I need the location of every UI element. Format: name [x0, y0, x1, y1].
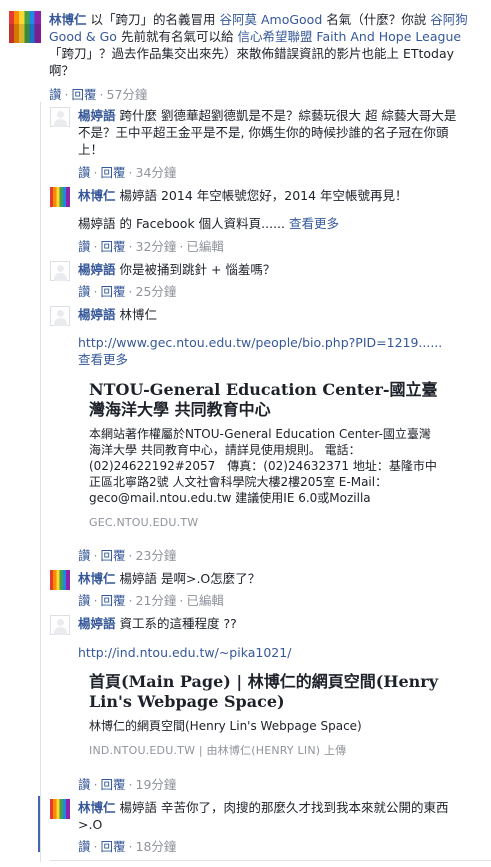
preview-domain: IND.NTOU.EDU.TW | 由林博仁(HENRY LIN) 上傳	[89, 744, 347, 757]
url-link[interactable]: http://www.gec.ntou.edu.tw/people/bio.ph…	[78, 335, 442, 350]
timestamp[interactable]: 25分鐘	[136, 284, 177, 299]
like-button[interactable]: 讚	[78, 239, 91, 254]
preview-domain: GEC.NTOU.EDU.TW	[89, 516, 199, 529]
comment-body: 林博仁 以「跨刀」的名義冒用 谷阿莫 AmoGood 名氣（什麼？你說 谷阿狗 …	[49, 11, 469, 79]
avatar[interactable]	[50, 306, 70, 326]
reply-button[interactable]: 回覆	[101, 284, 126, 299]
author-name[interactable]: 楊婷語	[78, 262, 116, 277]
avatar[interactable]	[50, 107, 70, 127]
comment-text: 名氣（什麼？你說	[326, 12, 427, 27]
comment-body: 楊婷語 資工系的這種程度 ??	[78, 615, 468, 632]
author-name[interactable]: 楊婷語	[78, 307, 116, 322]
comment-text: 楊婷語 辛苦你了，肉搜的那麼久才找到我本來就公開的東西 >.O	[78, 800, 449, 832]
like-button[interactable]: 讚	[49, 87, 62, 102]
comment-text: 你是被捅到跳針 + 惱羞嗎？	[119, 262, 276, 277]
comment-text: 楊婷語 是啊>.O怎麼了？	[119, 571, 261, 586]
timestamp[interactable]: 32分鐘	[136, 239, 177, 254]
edited-label[interactable]: 已編輯	[186, 239, 224, 254]
comment-actions: 讚 · 回覆 · 57分鐘	[49, 87, 148, 102]
link-preview[interactable]: 首頁(Main Page) | 林博仁的網頁空間(Henry Lin's Web…	[89, 672, 439, 758]
reply-button[interactable]: 回覆	[101, 239, 126, 254]
comment-url: http://www.gec.ntou.edu.tw/people/bio.ph…	[78, 334, 468, 368]
avatar[interactable]	[50, 799, 70, 819]
url-link[interactable]: http://ind.ntou.edu.tw/~pika1021/	[78, 645, 291, 660]
preview-title[interactable]: NTOU-General Education Center-國立臺灣海洋大學 共…	[89, 380, 439, 420]
comment-text: 資工系的這種程度 ??	[119, 616, 237, 631]
avatar[interactable]	[50, 187, 70, 207]
timestamp[interactable]: 34分鐘	[136, 165, 177, 180]
like-button[interactable]: 讚	[78, 548, 91, 563]
comment-actions: 讚 · 回覆 · 34分鐘	[78, 165, 177, 180]
comment-text: 以「跨刀」的名義冒用	[90, 12, 216, 27]
comment-actions: 讚 · 回覆 · 19分鐘	[78, 777, 177, 792]
highlight-bar	[38, 796, 40, 852]
thread-line	[40, 102, 41, 862]
timestamp[interactable]: 18分鐘	[136, 839, 177, 854]
reply-button[interactable]: 回覆	[101, 593, 126, 608]
reply-button[interactable]: 回覆	[101, 548, 126, 563]
comment-body: 林博仁 楊婷語 辛苦你了，肉搜的那麼久才找到我本來就公開的東西 >.O	[78, 799, 458, 833]
timestamp[interactable]: 19分鐘	[136, 777, 177, 792]
author-name[interactable]: 林博仁	[78, 188, 116, 203]
comment-body: 林博仁 楊婷語 2014 年空帳號您好，2014 年空帳號再見！	[78, 187, 468, 204]
author-name[interactable]: 林博仁	[78, 800, 116, 815]
timestamp[interactable]: 23分鐘	[136, 548, 177, 563]
comment-body: 林博仁 楊婷語 是啊>.O怎麼了？	[78, 570, 468, 587]
author-name[interactable]: 林博仁	[78, 571, 116, 586]
comment-body: 楊婷語 跨什麼 劉德華超劉德凱是不是？綜藝玩很大 超 綜藝大哥大是不是？王中平超…	[78, 107, 458, 158]
comment-body: 楊婷語 你是被捅到跳針 + 惱羞嗎？	[78, 261, 468, 278]
comment-text: 楊婷語 2014 年空帳號您好，2014 年空帳號再見！	[119, 188, 408, 203]
comment-actions: 讚 · 回覆 · 32分鐘 · 已編輯	[78, 239, 224, 254]
author-name[interactable]: 林博仁	[49, 12, 87, 27]
comment-actions: 讚 · 回覆 · 18分鐘	[78, 839, 177, 854]
reply-button[interactable]: 回覆	[101, 839, 126, 854]
comment-text: 跨什麼 劉德華超劉德凱是不是？綜藝玩很大 超 綜藝大哥大是不是？王中平超王金平是…	[78, 108, 457, 157]
mention-link[interactable]: 信心希望聯盟 Faith And Hope League	[237, 29, 461, 44]
like-button[interactable]: 讚	[78, 165, 91, 180]
reply-button[interactable]: 回覆	[101, 777, 126, 792]
like-button[interactable]: 讚	[78, 839, 91, 854]
reply-button[interactable]: 回覆	[101, 165, 126, 180]
comment-text: 先前就有名氣可以給	[120, 29, 234, 44]
preview-description: 林博仁的網頁空間(Henry Lin's Webpage Space)	[89, 719, 362, 733]
author-name[interactable]: 楊婷語	[78, 108, 116, 123]
link-preview[interactable]: NTOU-General Education Center-國立臺灣海洋大學 共…	[89, 380, 439, 529]
timestamp[interactable]: 21分鐘	[136, 593, 177, 608]
author-name[interactable]: 楊婷語	[78, 616, 116, 631]
timestamp[interactable]: 57分鐘	[107, 87, 148, 102]
comment-actions: 讚 · 回覆 · 25分鐘	[78, 284, 177, 299]
reply-button[interactable]: 回覆	[72, 87, 97, 102]
preview-description: 本網站著作權屬於NTOU-General Education Center-國立…	[89, 427, 437, 505]
comment-url: http://ind.ntou.edu.tw/~pika1021/	[78, 644, 468, 661]
avatar[interactable]	[50, 570, 70, 590]
mention-link[interactable]: 谷阿莫 AmoGood	[220, 12, 323, 27]
comment-text-2: 楊婷語 的 Facebook 個人資料頁...... 查看更多	[78, 215, 468, 232]
see-more-link[interactable]: 查看更多	[289, 216, 339, 231]
preview-title[interactable]: 首頁(Main Page) | 林博仁的網頁空間(Henry Lin's Web…	[89, 672, 439, 712]
comment-actions: 讚 · 回覆 · 21分鐘 · 已編輯	[78, 593, 224, 608]
comment-text: 「跨刀」？過去作品集交出來先）來散佈錯誤資訊的影片也能上 ETtoday 啊？	[49, 46, 455, 78]
avatar[interactable]	[9, 11, 41, 43]
like-button[interactable]: 讚	[78, 777, 91, 792]
link-summary: 楊婷語 的 Facebook 個人資料頁......	[78, 216, 285, 231]
comment-body: 楊婷語 林博仁	[78, 306, 468, 323]
avatar[interactable]	[50, 261, 70, 281]
like-button[interactable]: 讚	[78, 284, 91, 299]
comment-text: 林博仁	[119, 307, 158, 322]
avatar[interactable]	[50, 615, 70, 635]
see-more-link[interactable]: 查看更多	[78, 352, 128, 367]
like-button[interactable]: 讚	[78, 593, 91, 608]
comment-actions: 讚 · 回覆 · 23分鐘	[78, 548, 177, 563]
edited-label[interactable]: 已編輯	[186, 593, 224, 608]
